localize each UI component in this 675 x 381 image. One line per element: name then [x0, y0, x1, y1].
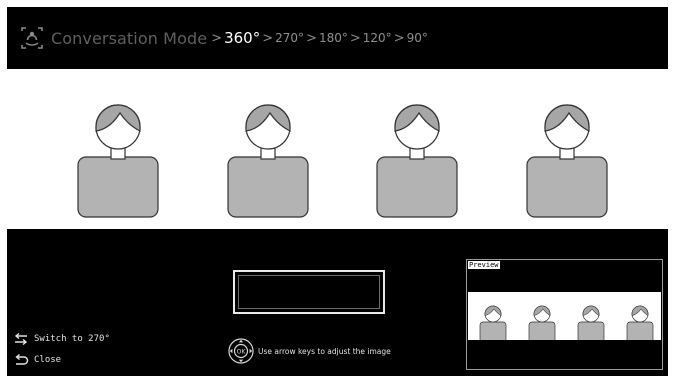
participant-4	[526, 104, 608, 218]
angle-separator: >	[349, 30, 361, 46]
camera-view	[7, 69, 668, 229]
close-label: Close	[34, 355, 62, 365]
angle-separator: >	[306, 30, 317, 46]
angle-selector: > 360° > 270° > 180° > 120° > 90°	[209, 29, 428, 47]
mode-title: Conversation Mode	[51, 28, 208, 48]
preview-participant-3	[577, 305, 605, 343]
preview-participant-4	[626, 305, 654, 343]
swap-arrows-icon	[14, 333, 28, 345]
angle-option-180[interactable]: 180°	[319, 31, 348, 45]
dpad-ok-icon[interactable]: OK	[228, 338, 254, 364]
angle-option-90[interactable]: 90°	[407, 31, 428, 45]
switch-hint[interactable]: Switch to 270°	[13, 333, 110, 345]
preview-scene	[468, 292, 661, 343]
control-panel: Switch to 270° Close OK Use arrow keys t…	[7, 229, 668, 376]
mode-header: Conversation Mode > 360° > 270° > 180° >…	[7, 7, 668, 69]
switch-label: Switch to 270°	[34, 334, 110, 344]
back-arrow-icon	[15, 354, 29, 365]
angle-separator: >	[211, 30, 223, 46]
adjust-hint: OK Use arrow keys to adjust the image	[228, 338, 391, 364]
adjust-hint-text: Use arrow keys to adjust the image	[258, 346, 391, 356]
participant-2	[227, 104, 309, 218]
angle-option-360[interactable]: 360°	[224, 29, 260, 47]
preview-label: Preview	[468, 261, 500, 269]
conversation-mode-icon	[21, 27, 43, 49]
close-hint[interactable]: Close	[13, 354, 61, 366]
angle-separator: >	[393, 30, 405, 46]
ok-label: OK	[237, 348, 247, 355]
preview-participants	[479, 305, 654, 343]
participants-illustration	[77, 104, 608, 218]
angle-separator: >	[262, 30, 274, 46]
preview-window: Preview	[466, 259, 663, 370]
angle-option-120[interactable]: 120°	[363, 31, 392, 45]
preview-participant-1	[479, 305, 507, 343]
adjust-frame[interactable]	[233, 270, 385, 314]
angle-option-270[interactable]: 270°	[275, 31, 304, 45]
preview-participant-2	[528, 305, 556, 343]
participant-3	[376, 104, 458, 218]
participant-1	[77, 104, 159, 218]
